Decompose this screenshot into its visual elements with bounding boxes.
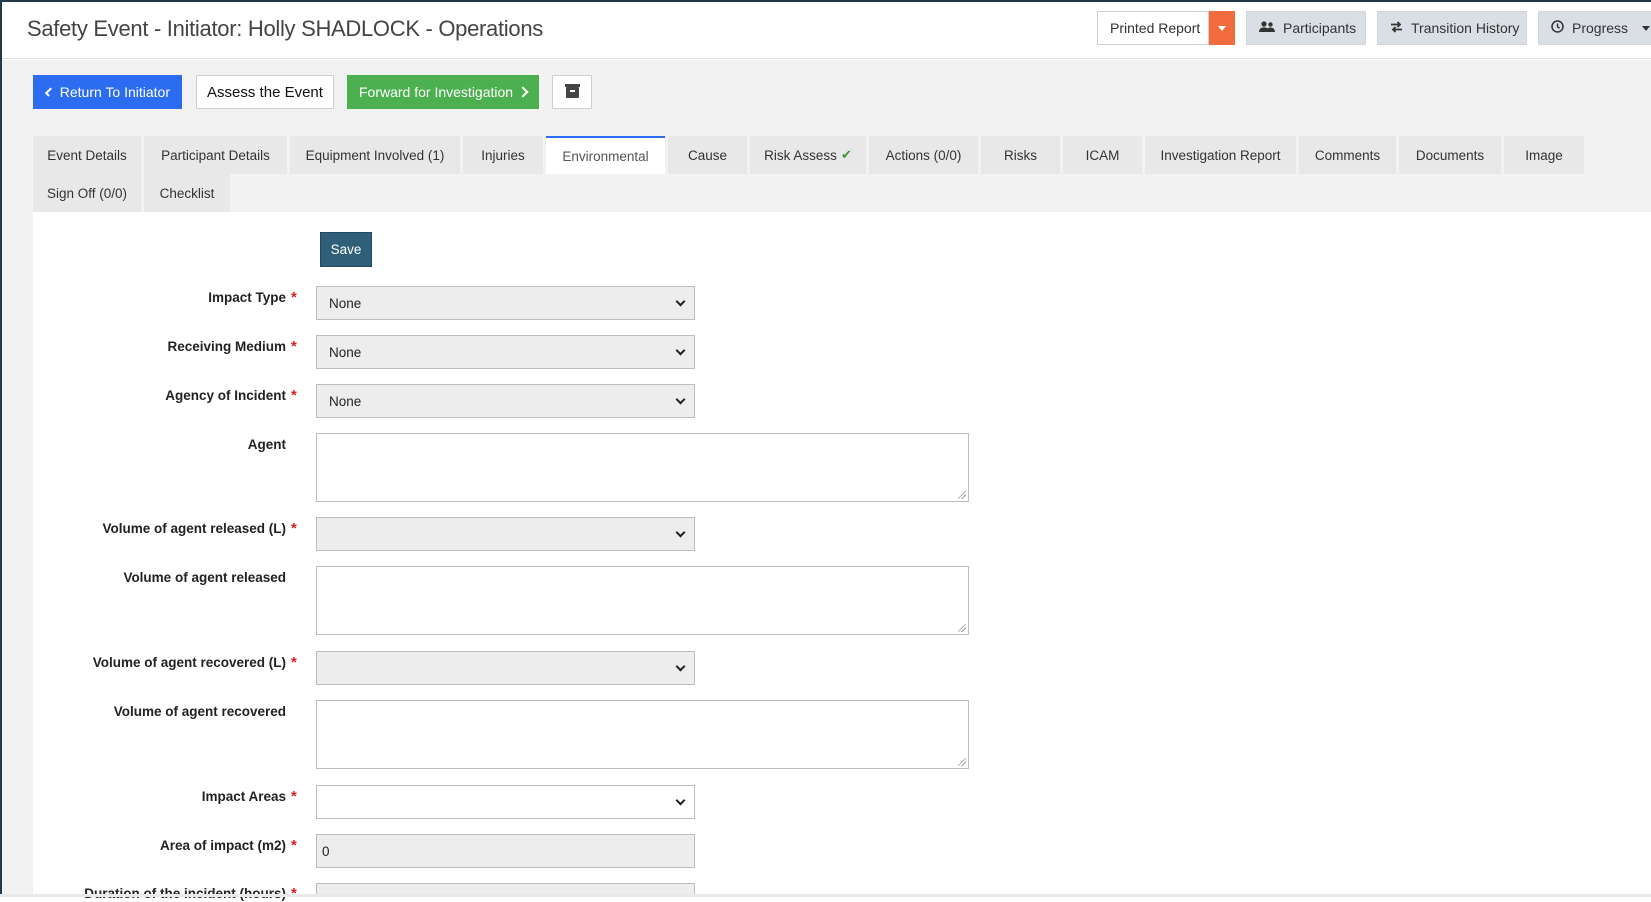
impact-type-label: Impact Type	[208, 290, 286, 305]
chevron-down-icon	[675, 345, 686, 356]
tab-investigation-report[interactable]: Investigation Report	[1145, 136, 1296, 174]
return-to-initiator-button[interactable]: Return To Initiator	[33, 75, 182, 109]
tab-image[interactable]: Image	[1504, 136, 1584, 174]
tab-participant-details[interactable]: Participant Details	[144, 136, 287, 174]
users-icon	[1259, 20, 1275, 36]
printed-report-dropdown-button[interactable]	[1209, 11, 1235, 45]
tab-sign-off[interactable]: Sign Off (0/0)	[33, 174, 141, 212]
tab-event-details[interactable]: Event Details	[33, 136, 141, 174]
receiving-medium-select[interactable]: None	[316, 335, 695, 369]
agency-select[interactable]: None	[316, 384, 695, 418]
chevron-down-icon	[675, 394, 686, 405]
tab-risks[interactable]: Risks	[981, 136, 1060, 174]
save-button[interactable]: Save	[320, 232, 372, 267]
return-label: Return To Initiator	[59, 84, 170, 100]
receiving-medium-value: None	[329, 344, 362, 360]
volume-recovered-l-label: Volume of agent recovered (L)	[92, 655, 286, 670]
printed-report-button[interactable]: Printed Report	[1097, 11, 1209, 45]
check-icon: ✔	[840, 147, 852, 162]
volume-released-l-label: Volume of agent released (L)	[102, 521, 286, 536]
volume-recovered-label: Volume of agent recovered	[113, 704, 286, 719]
participants-label: Participants	[1283, 20, 1357, 36]
volume-released-l-select[interactable]	[316, 517, 695, 551]
required-marker: *	[291, 837, 297, 854]
clock-icon	[1551, 20, 1564, 36]
required-marker: *	[291, 520, 297, 537]
receiving-medium-label: Receiving Medium	[167, 339, 286, 354]
tab-equipment-involved[interactable]: Equipment Involved (1)	[290, 136, 460, 174]
agency-value: None	[329, 393, 362, 409]
resize-grip-icon[interactable]	[958, 491, 966, 499]
tab-environmental[interactable]: Environmental	[546, 136, 665, 174]
agency-label: Agency of Incident	[165, 388, 286, 403]
chevron-down-icon	[675, 795, 686, 806]
progress-label: Progress	[1572, 20, 1629, 36]
forward-label: Forward for Investigation	[359, 84, 514, 100]
progress-button[interactable]: Progress	[1538, 11, 1651, 45]
chevron-right-icon	[517, 86, 529, 98]
page-title: Safety Event - Initiator: Holly SHADLOCK…	[27, 16, 543, 41]
volume-released-label: Volume of agent released	[123, 570, 286, 585]
area-of-impact-input[interactable]: 0	[316, 834, 695, 868]
participants-button[interactable]: Participants	[1246, 11, 1366, 45]
tab-risk-assess[interactable]: Risk Assess ✔	[750, 136, 866, 174]
tab-comments[interactable]: Comments	[1299, 136, 1396, 174]
caret-down-icon	[1642, 25, 1651, 31]
tab-documents[interactable]: Documents	[1399, 136, 1501, 174]
tab-cause[interactable]: Cause	[668, 136, 747, 174]
tab-injuries[interactable]: Injuries	[463, 136, 543, 174]
resize-grip-icon[interactable]	[958, 758, 966, 766]
area-of-impact-label: Area of impact (m2)	[159, 838, 286, 853]
assess-event-button[interactable]: Assess the Event	[196, 75, 334, 109]
tab-risk-assess-label: Risk Assess	[764, 147, 837, 163]
exchange-icon	[1390, 20, 1403, 36]
tab-checklist[interactable]: Checklist	[144, 174, 230, 212]
required-marker: *	[291, 654, 297, 671]
required-marker: *	[291, 788, 297, 805]
transition-history-button[interactable]: Transition History	[1377, 11, 1527, 45]
chevron-down-icon	[675, 661, 686, 672]
agent-textarea[interactable]	[316, 433, 969, 502]
transition-history-label: Transition History	[1411, 20, 1520, 36]
impact-type-value: None	[329, 295, 362, 311]
required-marker: *	[291, 338, 297, 355]
volume-recovered-l-select[interactable]	[316, 651, 695, 685]
required-marker: *	[291, 387, 297, 404]
caret-down-icon	[1218, 25, 1226, 31]
chevron-down-icon	[675, 527, 686, 538]
tab-icam[interactable]: ICAM	[1063, 136, 1142, 174]
volume-recovered-textarea[interactable]	[316, 700, 969, 769]
impact-areas-label: Impact Areas	[201, 789, 286, 804]
archive-button[interactable]	[552, 75, 592, 109]
tab-actions[interactable]: Actions (0/0)	[869, 136, 978, 174]
chevron-left-icon	[44, 87, 54, 97]
impact-type-select[interactable]: None	[316, 286, 695, 320]
archive-icon	[564, 83, 580, 98]
chevron-down-icon	[675, 296, 686, 307]
resize-grip-icon[interactable]	[958, 624, 966, 632]
impact-areas-select[interactable]	[316, 785, 695, 819]
required-marker: *	[291, 289, 297, 306]
forward-investigation-button[interactable]: Forward for Investigation	[347, 75, 539, 109]
volume-released-textarea[interactable]	[316, 566, 969, 635]
agent-label: Agent	[247, 437, 286, 452]
